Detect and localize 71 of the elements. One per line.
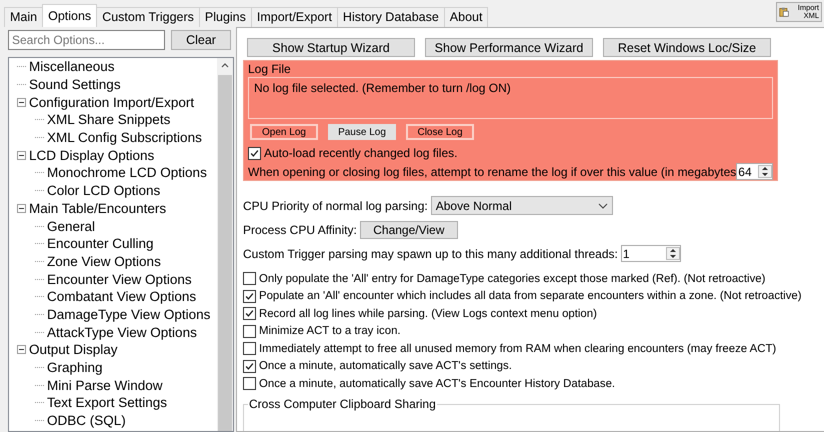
tab[interactable]: Plugins bbox=[198, 7, 252, 27]
tree-item[interactable]: Text Export Settings bbox=[47, 395, 168, 410]
tree-item[interactable]: Miscellaneous bbox=[29, 59, 115, 74]
group-title: Cross Computer Clipboard Sharing bbox=[248, 398, 437, 410]
tree-item[interactable]: XML Config Subscriptions bbox=[47, 130, 202, 146]
collapse-toggle-icon[interactable] bbox=[17, 204, 26, 213]
checkbox[interactable] bbox=[243, 377, 256, 390]
change-view-button[interactable]: Change/View bbox=[360, 221, 458, 239]
checkbox-label: Immediately attempt to free all unused memory from RAM when clearing encounters (may freeze ACT) bbox=[259, 342, 776, 355]
checkbox-label: Once a minute, automatically save ACT's settings. bbox=[259, 360, 512, 372]
cpu-priority-label: CPU Priority of normal log parsing: bbox=[243, 198, 428, 212]
scrollbar-thumb[interactable] bbox=[218, 75, 232, 431]
tree-item[interactable]: Monochrome LCD Options bbox=[47, 165, 207, 180]
tree-item[interactable]: Mini Parse Window bbox=[47, 378, 163, 393]
tree-item[interactable]: Output Display bbox=[29, 342, 118, 358]
wizard-button[interactable]: Reset Windows Loc/Size bbox=[603, 38, 771, 57]
tree-item[interactable]: XML Share Snippets bbox=[47, 112, 170, 128]
group-title: Log File bbox=[248, 63, 292, 75]
tree-item[interactable]: ODBC (SQL) bbox=[47, 413, 126, 428]
collapse-toggle-icon[interactable] bbox=[17, 98, 26, 107]
log-button[interactable]: Open Log bbox=[250, 124, 318, 140]
checkbox[interactable] bbox=[243, 342, 256, 356]
checkbox-label: Auto-load recently changed log files. bbox=[264, 146, 458, 160]
affinity-label: Process CPU Affinity: bbox=[243, 223, 357, 237]
clipboard-icon bbox=[779, 5, 790, 19]
spinner-arrows-icon[interactable] bbox=[758, 165, 772, 178]
checkbox-label: Once a minute, automatically save ACT's Encounter History Database. bbox=[259, 378, 616, 390]
threads-spinner[interactable]: 1 bbox=[620, 245, 681, 262]
tree-item[interactable]: Combatant View Options bbox=[47, 289, 196, 304]
tree-item[interactable]: Encounter View Options bbox=[47, 272, 192, 287]
tree-item[interactable]: General bbox=[47, 218, 96, 234]
megabytes-spinner[interactable]: 64 bbox=[736, 163, 773, 180]
tab[interactable]: History Database bbox=[336, 7, 445, 27]
tree-item[interactable]: LCD Display Options bbox=[29, 148, 154, 163]
chevron-down-icon bbox=[598, 202, 608, 208]
tree-item[interactable]: Main Table/Encounters bbox=[29, 200, 166, 216]
wizard-button[interactable]: Show Startup Wizard bbox=[247, 38, 415, 57]
checkbox[interactable] bbox=[243, 324, 256, 338]
tab[interactable]: Custom Triggers bbox=[96, 7, 200, 27]
checkbox-label: Minimize ACT to a tray icon. bbox=[259, 325, 401, 338]
tree-item[interactable]: Configuration Import/Export bbox=[29, 94, 194, 110]
collapse-toggle-icon[interactable] bbox=[17, 150, 26, 160]
tree-item[interactable]: Zone View Options bbox=[47, 254, 161, 269]
log-status-text: No log file selected. (Remember to turn /log ON) bbox=[248, 77, 773, 119]
checkbox-label: Only populate the 'All' entry for DamageType categories except those marked (Ref). (Not retroactive) bbox=[259, 272, 766, 285]
tree-item[interactable]: Encounter Culling bbox=[47, 236, 154, 252]
checkbox[interactable] bbox=[248, 146, 261, 160]
wizard-button[interactable]: Show Performance Wizard bbox=[425, 38, 593, 57]
tree-item[interactable]: Color LCD Options bbox=[47, 183, 160, 198]
tab[interactable]: Options bbox=[42, 4, 98, 27]
tree-item[interactable]: Sound Settings bbox=[29, 77, 121, 92]
clear-button[interactable]: Clear bbox=[171, 30, 231, 50]
checkbox-label: Record all log lines while parsing. (View Logs context menu option) bbox=[259, 308, 597, 320]
threads-label: Custom Trigger parsing may spawn up to this many additional threads: bbox=[243, 246, 618, 260]
tree-item[interactable]: DamageType View Options bbox=[47, 306, 210, 322]
checkbox[interactable] bbox=[243, 360, 256, 373]
tree-item[interactable]: Graphing bbox=[47, 360, 103, 376]
checkbox[interactable] bbox=[243, 290, 256, 303]
tab[interactable]: Main bbox=[4, 7, 44, 27]
checkbox[interactable] bbox=[243, 272, 256, 286]
tree-item[interactable]: AttackType View Options bbox=[47, 324, 197, 340]
checkbox[interactable] bbox=[243, 307, 256, 320]
priority-dropdown[interactable]: Above Normal bbox=[430, 196, 613, 215]
tab[interactable]: About bbox=[444, 7, 488, 27]
log-button[interactable]: Close Log bbox=[406, 124, 474, 140]
collapse-toggle-icon[interactable] bbox=[17, 345, 26, 354]
search-field[interactable]: Search Options... bbox=[8, 30, 165, 50]
spinner-arrows-icon[interactable] bbox=[666, 247, 680, 260]
rename-label: When opening or closing log files, attempt to rename the log if over this value (in megabytes bbox=[248, 164, 736, 178]
tab[interactable]: Import/Export bbox=[250, 7, 338, 27]
checkbox-label: Populate an 'All' encounter which includes all data from separate encounters within a zone. (Not retroactive) bbox=[259, 290, 802, 302]
